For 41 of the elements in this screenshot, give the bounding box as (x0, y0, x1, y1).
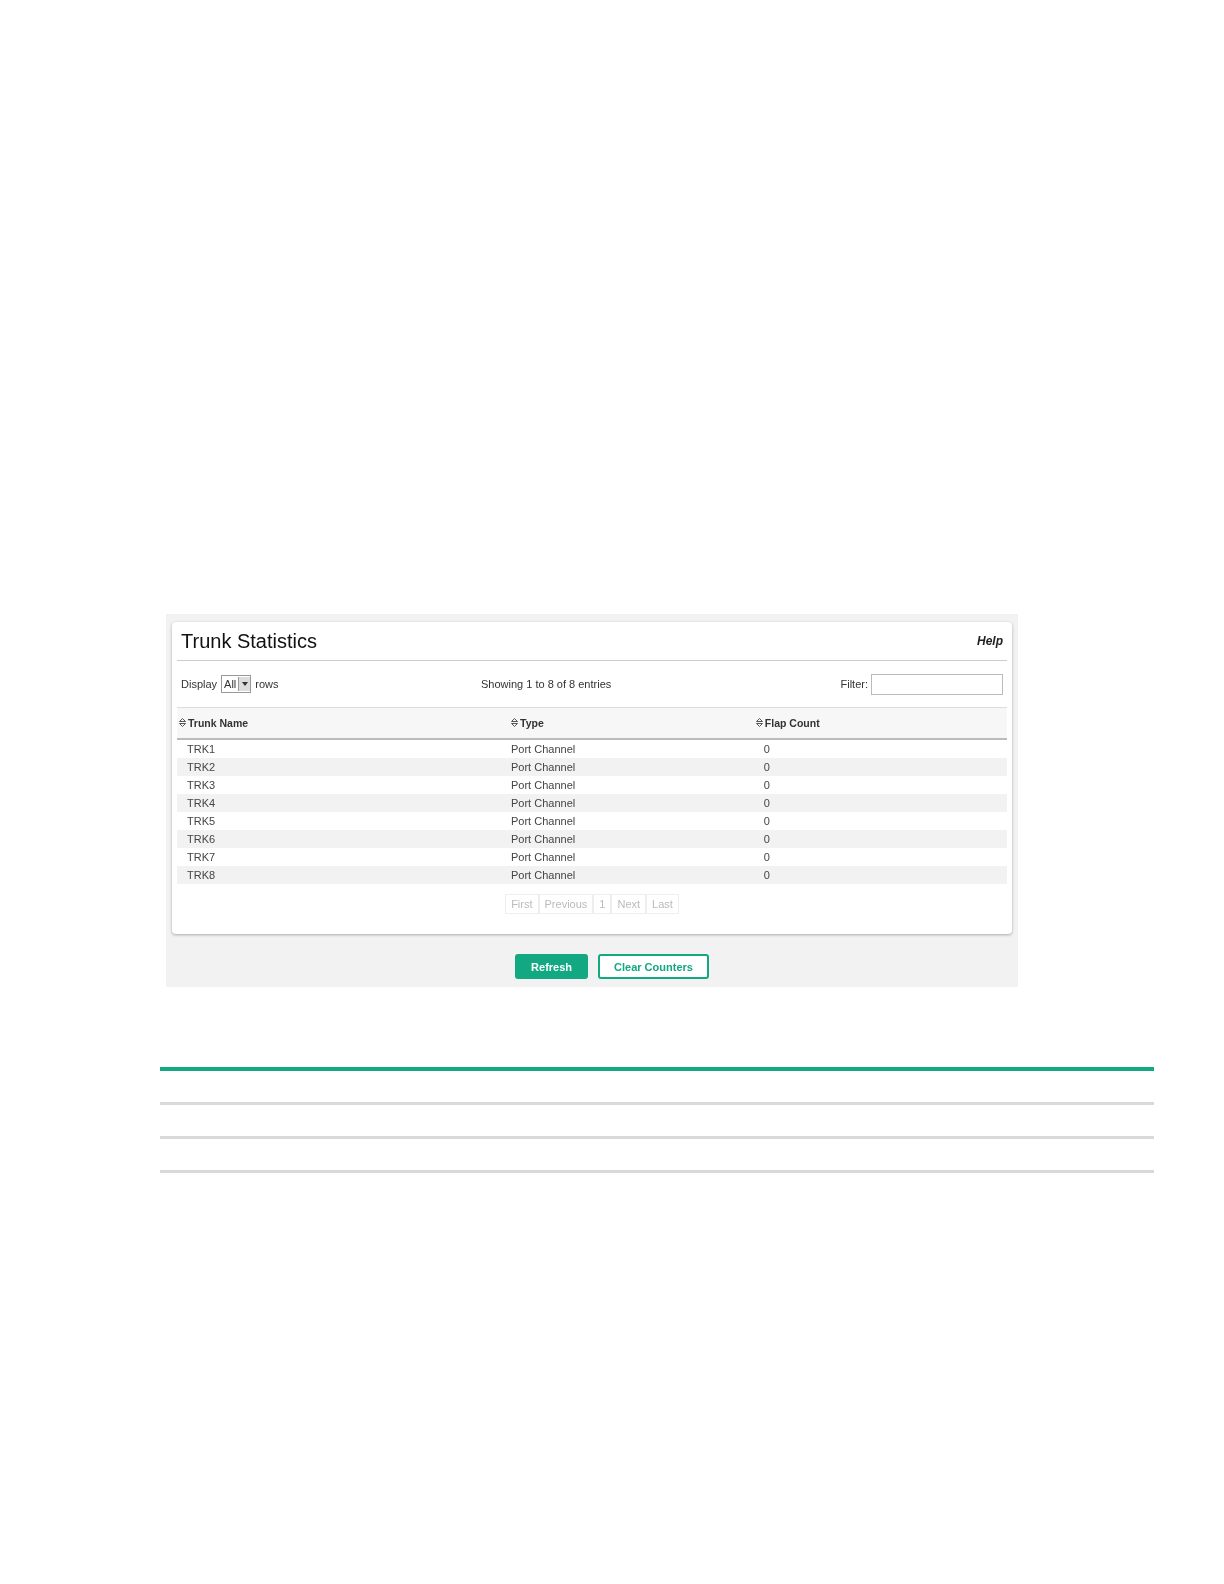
sort-icon (755, 718, 763, 728)
table-cell: 0 (763, 743, 770, 755)
table-cell: TRK3 (187, 779, 216, 791)
display-label: Display (181, 678, 218, 690)
column-header[interactable]: Type (511, 716, 544, 729)
table-cell: Port Channel (511, 743, 576, 755)
table-cell: TRK2 (187, 761, 216, 773)
refresh-button[interactable]: Refresh (515, 954, 589, 979)
panel-title: Trunk Statistics (181, 629, 317, 653)
table-cell: TRK1 (187, 743, 216, 755)
table-cell: Port Channel (511, 815, 576, 827)
table-cell: TRK4 (187, 797, 216, 809)
table-cell: TRK6 (187, 833, 216, 845)
entries-info: Showing 1 to 8 of 8 entries (481, 678, 613, 690)
table-cell: Port Channel (511, 851, 576, 863)
table-cell: 0 (763, 761, 770, 773)
filter-label: Filter: (840, 678, 868, 690)
clear-button[interactable]: Clear Counters (598, 954, 709, 979)
table-cell: Port Channel (511, 779, 576, 791)
table-cell: TRK5 (187, 815, 216, 827)
column-header[interactable]: Flap Count (755, 716, 820, 729)
table-cell: 0 (763, 869, 770, 881)
caret-icon (241, 682, 248, 686)
table-cell: 0 (763, 833, 770, 845)
table-cell: Port Channel (511, 797, 576, 809)
table-cell: Port Channel (511, 869, 576, 881)
help-link[interactable]: Help (977, 634, 1003, 648)
table-cell: 0 (763, 815, 770, 827)
rows-dropdown[interactable]: All (221, 675, 252, 693)
table-cell: 0 (763, 797, 770, 809)
table-cell: TRK7 (187, 851, 216, 863)
filter-field[interactable] (871, 673, 1003, 695)
table-cell: Port Channel (511, 761, 576, 773)
table-cell: TRK8 (187, 869, 216, 881)
rows-label: rows (255, 678, 279, 690)
table-cell: Port Channel (511, 833, 576, 845)
sort-icon (179, 718, 186, 728)
sort-icon (511, 718, 518, 728)
column-header[interactable]: Trunk Name (179, 716, 249, 729)
table-cell: 0 (763, 779, 770, 791)
table-cell: 0 (763, 851, 770, 863)
